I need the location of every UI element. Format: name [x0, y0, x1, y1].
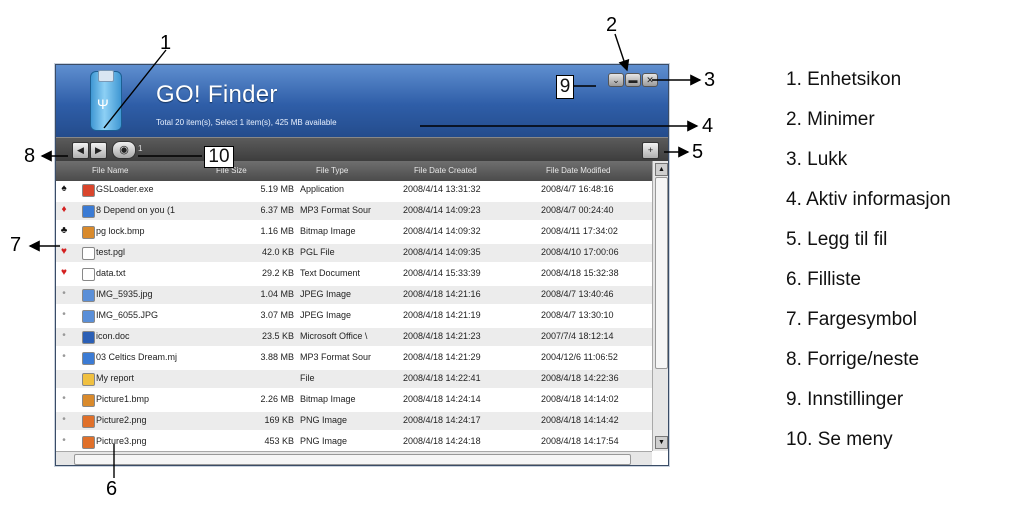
legend-item-4: 4. Aktiv informasjon [786, 189, 951, 210]
callout-1: 1 [160, 32, 172, 54]
callout-6: 6 [106, 478, 118, 500]
legend-item-7: 7. Fargesymbol [786, 309, 917, 330]
legend-item-1: 1. Enhetsikon [786, 69, 902, 90]
callout-line-1 [103, 49, 167, 129]
legend-item-6: 6. Filliste [786, 269, 861, 290]
legend-item-5: 5. Legg til fil [786, 229, 888, 250]
callout-8: 8 [24, 145, 36, 167]
legend-item-2: 2. Minimer [786, 109, 875, 130]
callout-10: 10 [204, 146, 234, 168]
legend-item-3: 3. Lukk [786, 149, 848, 170]
callout-7: 7 [10, 234, 22, 256]
callout-3: 3 [704, 69, 716, 91]
legend-item-9: 9. Innstillinger [786, 389, 904, 410]
callout-4: 4 [702, 115, 714, 137]
callout-2: 2 [606, 14, 618, 36]
callout-line-2 [614, 33, 630, 72]
callout-5: 5 [692, 141, 704, 163]
callout-9: 9 [556, 75, 574, 99]
legend-item-8: 8. Forrige/neste [786, 349, 920, 370]
legend-item-10: 10. Se meny [786, 429, 893, 450]
